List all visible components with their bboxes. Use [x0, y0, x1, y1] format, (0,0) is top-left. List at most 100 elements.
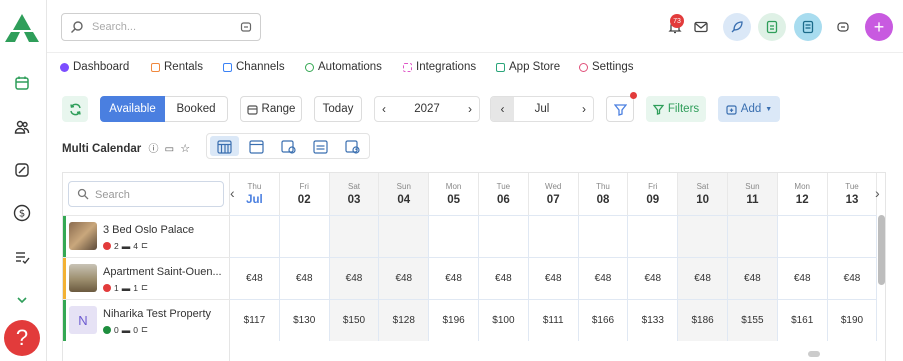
price-cell[interactable]: €48 [429, 257, 479, 299]
tasks-icon[interactable] [11, 246, 33, 268]
video-icon[interactable]: ▭ [165, 144, 174, 155]
price-cell[interactable] [728, 215, 778, 257]
nav-settings[interactable]: Settings [579, 61, 634, 73]
price-cell[interactable] [429, 215, 479, 257]
price-cell[interactable]: $130 [279, 299, 330, 341]
day-header[interactable]: Thu 08 [579, 173, 629, 215]
timeline-calendar-icon[interactable] [345, 139, 360, 154]
price-cell[interactable]: $166 [578, 299, 629, 341]
nav-automations[interactable]: Automations [305, 61, 382, 73]
calendar-icon[interactable] [11, 72, 33, 94]
day-header[interactable]: Thu Jul [230, 173, 280, 215]
available-toggle[interactable]: Available [100, 96, 165, 122]
price-cell[interactable] [678, 215, 728, 257]
day-header[interactable]: Wed 07 [529, 173, 579, 215]
rocket-icon[interactable] [723, 13, 751, 41]
finance-icon[interactable]: $ [11, 202, 33, 224]
price-cell[interactable]: $161 [777, 299, 828, 341]
price-cell[interactable]: €48 [528, 257, 579, 299]
price-cell[interactable] [528, 215, 579, 257]
property-name[interactable]: Apartment Saint-Ouen... [103, 266, 225, 278]
day-header[interactable]: Tue 06 [479, 173, 529, 215]
nav-integrations[interactable]: Integrations [403, 61, 476, 73]
next-days-button[interactable]: › [875, 185, 880, 201]
price-cell[interactable]: €48 [379, 257, 430, 299]
price-cell[interactable]: $186 [678, 299, 728, 341]
property-row[interactable]: Apartment Saint-Ouen... 1 ▬ 1 ⊏ [63, 257, 230, 299]
help-circle-icon[interactable]: ⓘ [148, 144, 158, 155]
price-cell[interactable]: $133 [628, 299, 679, 341]
price-cell[interactable] [578, 215, 629, 257]
range-button[interactable]: Range [240, 96, 302, 122]
price-cell[interactable]: $111 [528, 299, 579, 341]
price-cell[interactable]: €48 [628, 257, 679, 299]
today-button[interactable]: Today [314, 96, 362, 122]
app-logo[interactable] [3, 12, 41, 51]
filter-settings-button[interactable] [606, 96, 634, 122]
help-button[interactable]: ? [4, 320, 40, 356]
refresh-button[interactable] [62, 96, 88, 122]
day-header[interactable]: Sun 04 [379, 173, 430, 215]
property-row[interactable]: 3 Bed Oslo Palace 2 ▬ 4 ⊏ [63, 215, 230, 257]
month-next-button[interactable]: › [582, 102, 586, 116]
list-calendar-icon[interactable] [313, 139, 328, 154]
month-prev-button[interactable]: ‹ [491, 97, 514, 121]
price-cell[interactable]: €48 [827, 257, 878, 299]
day-header[interactable]: Sat 03 [329, 173, 380, 215]
price-cell[interactable] [827, 215, 878, 257]
price-cell[interactable] [777, 215, 828, 257]
prev-days-button[interactable]: ‹ [230, 185, 235, 201]
price-cell[interactable]: €48 [678, 257, 728, 299]
property-name[interactable]: 3 Bed Oslo Palace [103, 224, 225, 236]
add-button[interactable]: + [865, 13, 893, 41]
calculator-icon[interactable] [794, 13, 822, 41]
price-cell[interactable]: $155 [728, 299, 778, 341]
price-cell[interactable] [479, 215, 529, 257]
day-header[interactable]: Mon 05 [429, 173, 479, 215]
price-cell[interactable] [230, 215, 280, 257]
filters-button[interactable]: Filters [646, 96, 706, 122]
star-icon[interactable]: ☆ [180, 143, 190, 155]
price-cell[interactable]: $128 [379, 299, 430, 341]
price-cell[interactable] [379, 215, 430, 257]
mail-icon[interactable] [687, 13, 715, 41]
day-header[interactable]: Sat 10 [678, 173, 728, 215]
price-cell[interactable]: $196 [429, 299, 479, 341]
day-header[interactable]: Fri 02 [280, 173, 330, 215]
year-next-button[interactable]: › [468, 102, 472, 116]
command-icon[interactable] [240, 21, 252, 33]
price-cell[interactable]: €48 [777, 257, 828, 299]
price-cell[interactable]: $117 [230, 299, 280, 341]
vertical-scrollbar[interactable] [878, 215, 885, 285]
day-header[interactable]: Tue 13 [828, 173, 878, 215]
chevron-down-icon[interactable] [11, 289, 33, 311]
price-cell[interactable]: $150 [329, 299, 380, 341]
nav-dashboard[interactable]: Dashboard [60, 61, 129, 73]
horizontal-scrollbar[interactable] [808, 351, 820, 357]
nav-channels[interactable]: Channels [223, 61, 285, 73]
guests-icon[interactable] [11, 116, 33, 138]
day-header[interactable]: Sun 11 [728, 173, 778, 215]
price-cell[interactable]: €48 [230, 257, 280, 299]
price-cell[interactable] [628, 215, 679, 257]
nav-app-store[interactable]: App Store [496, 61, 560, 73]
schedule-calendar-icon[interactable] [281, 139, 296, 154]
add-menu-button[interactable]: Add ▼ [718, 96, 780, 122]
property-row[interactable]: N Niharika Test Property 0 ▬ 0 ⊏ [63, 299, 230, 341]
price-cell[interactable] [279, 215, 330, 257]
global-search-input[interactable]: Search... [61, 13, 261, 41]
year-prev-button[interactable]: ‹ [382, 102, 386, 116]
price-cell[interactable]: $190 [827, 299, 878, 341]
day-header[interactable]: Mon 12 [778, 173, 828, 215]
price-cell[interactable]: €48 [728, 257, 778, 299]
day-header[interactable]: Fri 09 [628, 173, 679, 215]
price-cell[interactable]: €48 [279, 257, 330, 299]
price-cell[interactable]: $100 [479, 299, 529, 341]
edit-icon[interactable] [11, 159, 33, 181]
property-name[interactable]: Niharika Test Property [103, 308, 225, 320]
month-calendar-icon[interactable] [249, 139, 264, 154]
price-cell[interactable]: €48 [329, 257, 380, 299]
nav-rentals[interactable]: Rentals [151, 61, 203, 73]
price-cell[interactable]: €48 [578, 257, 629, 299]
property-search-input[interactable]: Search [68, 181, 224, 207]
